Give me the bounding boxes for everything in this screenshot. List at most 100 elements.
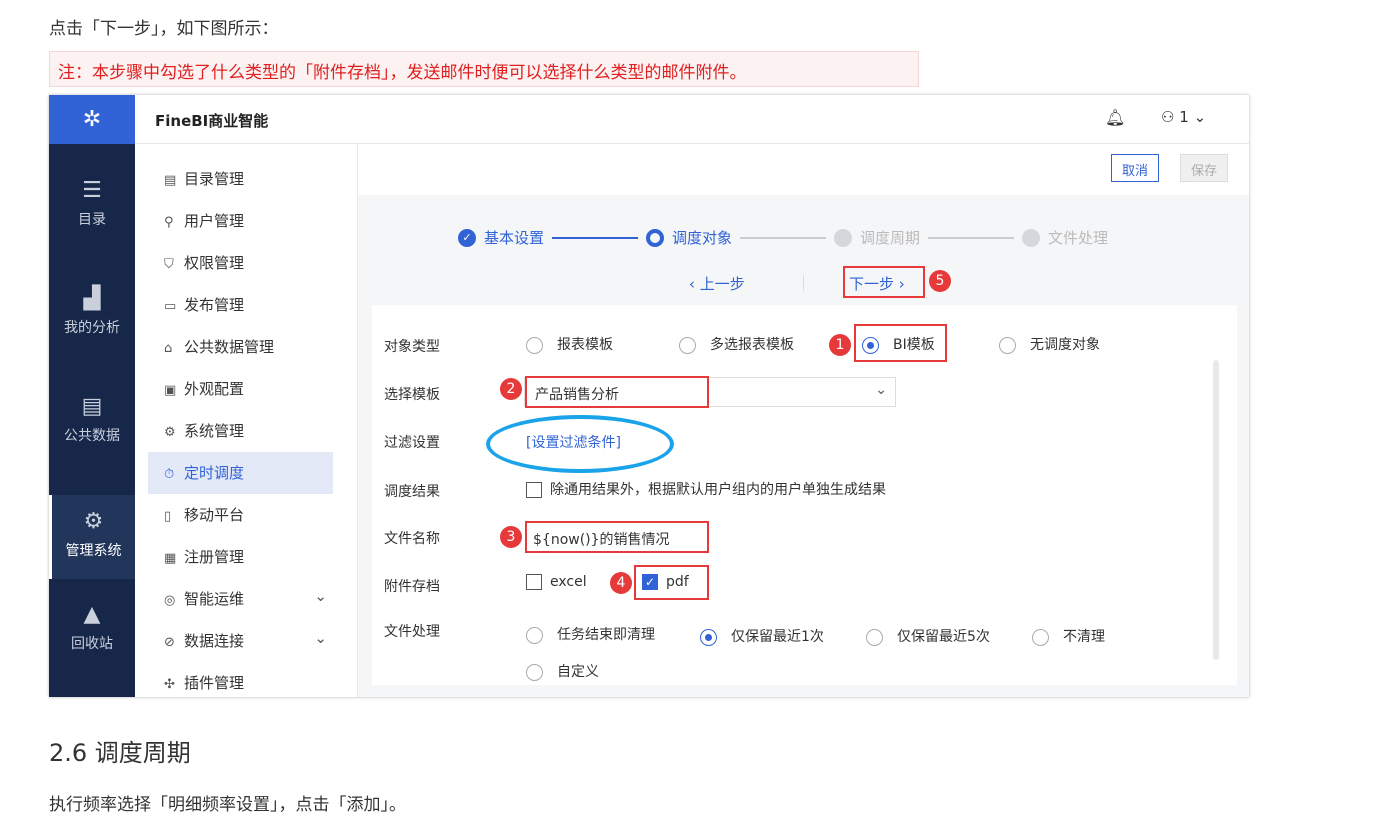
pdf-checkbox[interactable]: ✓ pdf — [634, 565, 709, 600]
step-connector — [552, 236, 639, 239]
nav-item[interactable]: ✣ 插件管理 — [148, 662, 333, 697]
radio-process[interactable]: 自定义 — [526, 661, 599, 681]
scrollbar[interactable] — [1213, 360, 1219, 660]
chevron-right-icon: › — [898, 275, 905, 293]
intro-text: 点击「下一步」，如下图所示： — [49, 19, 279, 39]
process-label: 文件处理 — [384, 624, 440, 640]
template-value: 产品销售分析 — [525, 376, 709, 408]
nav-item[interactable]: ▭ 发布管理 — [148, 284, 333, 326]
next-label: 下一步 — [849, 275, 895, 293]
result-checkbox[interactable]: 除通用结果外，根据默认用户组内的用户单独生成结果 — [526, 479, 886, 499]
radio-process[interactable]: 仅保留最近1次 — [700, 626, 824, 646]
nav-item[interactable]: ▦ 注册管理 — [148, 536, 333, 578]
user-icon: ⚲ — [164, 215, 174, 230]
nav-item[interactable]: ▤ 目录管理 — [148, 158, 333, 200]
annotation-badge: 4 — [610, 572, 632, 594]
nav-item[interactable]: ▯ 移动平台 — [148, 494, 333, 536]
note-callout: 注：本步骤中勾选了什么类型的「附件存档」，发送邮件时便可以选择什么类型的邮件附件… — [49, 51, 919, 87]
option-label: 报表模板 — [557, 337, 613, 353]
paragraph: 执行频率选择「明细频率设置」，点击「添加」。 — [49, 795, 406, 815]
nav-item[interactable]: ▣ 外观配置 — [148, 368, 333, 410]
nav-item[interactable]: ⛉ 权限管理 — [148, 242, 333, 284]
radio-report-template[interactable]: 报表模板 — [526, 334, 613, 354]
chevron-down-icon: ⌄ — [875, 382, 887, 398]
toolbar: 取消 保存 — [358, 144, 1249, 195]
option-label: 仅保留最近5次 — [897, 629, 990, 645]
catalog-icon: ☰ — [82, 178, 102, 203]
nav-item[interactable]: ⌂ 公共数据管理 — [148, 326, 333, 368]
dark-nav-analysis[interactable]: ▟ 我的分析 — [49, 272, 135, 356]
excel-checkbox[interactable]: excel — [526, 574, 587, 590]
nav-item[interactable]: ⊘ 数据连接 ⌄ — [148, 620, 333, 662]
option-label: excel — [550, 574, 587, 590]
radio-icon — [862, 336, 879, 354]
step-label: 调度对象 — [672, 229, 733, 247]
radio-bi-template[interactable]: BI模板 — [854, 324, 947, 362]
bell-icon[interactable]: 🔔︎ — [1105, 108, 1125, 127]
option-label: 任务结束即清理 — [557, 627, 655, 643]
nav-item[interactable]: ◎ 智能运维 ⌄ — [148, 578, 333, 620]
step-label: 调度周期 — [860, 229, 921, 247]
step-label: 文件处理 — [1048, 229, 1109, 247]
prev-step-button[interactable]: ‹ 上一步 — [689, 273, 745, 294]
nav-label: 系统管理 — [184, 422, 245, 440]
radio-icon — [999, 336, 1016, 354]
nav-label: 发布管理 — [184, 296, 245, 314]
chevron-down-icon: ⌄ — [314, 587, 327, 605]
nav-item-schedule[interactable]: ⏱ 定时调度 — [148, 452, 333, 494]
radio-icon — [526, 336, 543, 354]
plugin-icon: ✣ — [164, 677, 175, 692]
dark-nav-public-data[interactable]: ▤ 公共数据 — [49, 380, 135, 464]
annotation-badge: 2 — [500, 378, 522, 400]
form-panel: 对象类型 报表模板 多选报表模板 1 BI模板 无调度对象 选择模板 2 ⌄ 产… — [372, 305, 1237, 685]
checkbox-icon — [526, 574, 542, 590]
check-icon: ✓ — [642, 574, 658, 590]
dark-nav-label: 我的分析 — [64, 320, 120, 336]
set-filter-link[interactable]: [设置过滤条件] — [526, 432, 621, 452]
step-label: 基本设置 — [484, 229, 545, 247]
filename-input[interactable]: ${now()}的销售情况 — [525, 521, 709, 553]
radio-multi-report-template[interactable]: 多选报表模板 — [679, 334, 794, 354]
section-heading: 2.6 调度周期 — [49, 739, 191, 767]
option-label: 多选报表模板 — [710, 337, 794, 353]
brand-title: FineBI商业智能 — [155, 112, 269, 130]
nav-label: 权限管理 — [184, 254, 245, 272]
appearance-icon: ▣ — [164, 383, 177, 398]
nav-item[interactable]: ⚲ 用户管理 — [148, 200, 333, 242]
checkbox-icon — [526, 482, 542, 498]
attach-label: 附件存档 — [384, 579, 440, 595]
user-name: 1 — [1179, 108, 1189, 126]
radio-no-object[interactable]: 无调度对象 — [999, 334, 1100, 354]
dark-nav-admin[interactable]: ⚙ 管理系统 — [49, 495, 135, 579]
radio-process[interactable]: 仅保留最近5次 — [866, 626, 990, 646]
nav-label: 智能运维 — [184, 590, 245, 608]
nav-label: 定时调度 — [184, 464, 245, 482]
chart-icon: ▟ — [83, 286, 101, 311]
save-button[interactable]: 保存 — [1180, 154, 1229, 182]
database-icon: ▤ — [81, 394, 103, 419]
radio-process[interactable]: 不清理 — [1032, 626, 1105, 646]
app-header: FineBI商业智能 🔔︎ ⚇ 1 ⌄ — [135, 95, 1249, 144]
nav-label: 外观配置 — [184, 380, 245, 398]
logo-icon: ✲ — [49, 95, 135, 144]
nav-label: 用户管理 — [184, 212, 245, 230]
nav-item[interactable]: ⚙ 系统管理 — [148, 410, 333, 452]
recycle-icon: ▲ — [83, 602, 101, 627]
annotation-badge: 5 — [929, 270, 951, 292]
dark-nav-recycle[interactable]: ▲ 回收站 — [49, 588, 135, 672]
radio-icon — [679, 336, 696, 354]
check-icon: ✓ — [458, 228, 476, 247]
user-menu[interactable]: ⚇ 1 ⌄ — [1161, 108, 1206, 126]
dark-nav-catalog[interactable]: ☰ 目录 — [49, 164, 135, 248]
nav-label: 数据连接 — [184, 632, 245, 650]
ops-icon: ◎ — [164, 593, 176, 608]
filename-label: 文件名称 — [384, 531, 440, 547]
user-icon: ⚇ — [1161, 108, 1175, 126]
package-icon: ⌂ — [164, 341, 173, 356]
radio-process[interactable]: 任务结束即清理 — [526, 624, 655, 644]
radio-icon — [700, 628, 717, 646]
cancel-button[interactable]: 取消 — [1111, 154, 1160, 182]
step-pending-icon — [1022, 228, 1041, 247]
next-step-button[interactable]: 下一步 › — [843, 266, 925, 298]
list-icon: ▤ — [164, 173, 177, 188]
